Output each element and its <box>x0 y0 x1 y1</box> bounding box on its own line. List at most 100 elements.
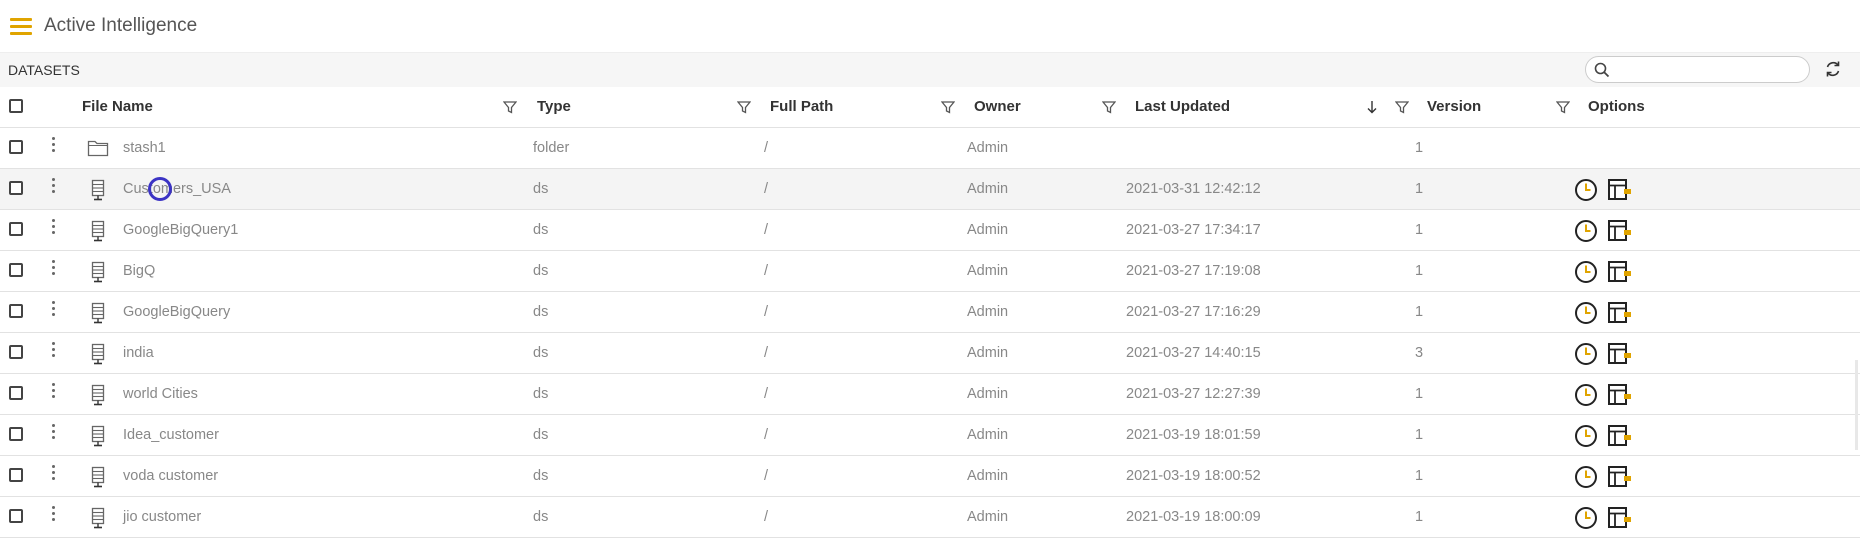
schedule-clock-icon[interactable] <box>1574 506 1598 535</box>
row-checkbox[interactable] <box>9 181 23 195</box>
table-body: stash1 folder / Admin 1 Customers_USA ds / Admin… <box>0 128 1860 538</box>
file-name-link[interactable]: GoogleBigQuery <box>123 292 230 332</box>
table-view-icon[interactable] <box>1607 342 1633 371</box>
menu-icon[interactable] <box>10 14 32 39</box>
schedule-clock-icon[interactable] <box>1574 219 1598 248</box>
more-options-icon[interactable] <box>52 260 56 278</box>
schedule-clock-icon[interactable] <box>1574 424 1598 453</box>
filter-icon[interactable] <box>1395 100 1409 114</box>
dataset-icon <box>87 302 109 329</box>
more-options-icon[interactable] <box>52 219 56 237</box>
filter-icon[interactable] <box>737 100 751 114</box>
file-name-link[interactable]: stash1 <box>123 128 166 168</box>
row-checkbox[interactable] <box>9 263 23 277</box>
schedule-clock-icon[interactable] <box>1574 301 1598 330</box>
row-checkbox[interactable] <box>9 509 23 523</box>
scrollbar[interactable] <box>1855 360 1858 450</box>
table-view-icon[interactable] <box>1607 506 1633 535</box>
schedule-clock-icon[interactable] <box>1574 342 1598 371</box>
path-cell: / <box>764 222 769 238</box>
sort-descending-icon[interactable] <box>1365 100 1379 114</box>
file-name-link[interactable]: india <box>123 333 154 373</box>
more-options-icon[interactable] <box>52 383 56 401</box>
table-view-icon[interactable] <box>1607 178 1633 207</box>
type-cell: ds <box>533 345 549 361</box>
dataset-icon <box>87 384 109 411</box>
more-options-icon[interactable] <box>52 342 56 360</box>
search-icon <box>1594 62 1610 78</box>
owner-cell: Admin <box>967 304 1009 320</box>
row-checkbox[interactable] <box>9 427 23 441</box>
path-cell: / <box>764 345 769 361</box>
version-cell: 3 <box>1415 345 1424 361</box>
row-checkbox[interactable] <box>9 140 23 154</box>
filter-icon[interactable] <box>1556 100 1570 114</box>
table-row[interactable]: india ds / Admin 2021-03-27 14:40:15 3 <box>0 333 1860 374</box>
schedule-clock-icon[interactable] <box>1574 178 1598 207</box>
last-updated-cell: 2021-03-19 18:01:59 <box>1126 427 1261 443</box>
filter-icon[interactable] <box>1102 100 1116 114</box>
folder-icon <box>87 138 109 163</box>
more-options-icon[interactable] <box>52 424 56 442</box>
table-row[interactable]: stash1 folder / Admin 1 <box>0 128 1860 169</box>
dataset-icon <box>87 466 109 493</box>
table-row[interactable]: jio customer ds / Admin 2021-03-19 18:00:09 1 <box>0 497 1860 538</box>
row-checkbox[interactable] <box>9 345 23 359</box>
schedule-clock-icon[interactable] <box>1574 260 1598 289</box>
dataset-icon <box>87 507 109 534</box>
table-view-icon[interactable] <box>1607 260 1633 289</box>
search-box[interactable] <box>1585 56 1810 83</box>
filter-icon[interactable] <box>941 100 955 114</box>
table-header: File Name Type Full Path Owner Last Upda… <box>0 87 1860 128</box>
file-name-link[interactable]: Idea_customer <box>123 415 219 455</box>
search-input[interactable] <box>1616 60 1800 80</box>
table-row[interactable]: BigQ ds / Admin 2021-03-27 17:19:08 1 <box>0 251 1860 292</box>
file-name-link[interactable]: GoogleBigQuery1 <box>123 210 238 250</box>
owner-cell: Admin <box>967 345 1009 361</box>
table-view-icon[interactable] <box>1607 424 1633 453</box>
file-name-link[interactable]: Customers_USA <box>123 169 231 209</box>
column-version[interactable]: Version <box>1427 87 1481 127</box>
column-type[interactable]: Type <box>537 87 571 127</box>
app-title: Active Intelligence <box>44 15 198 36</box>
table-row[interactable]: world Cities ds / Admin 2021-03-27 12:27:39 1 <box>0 374 1860 415</box>
more-options-icon[interactable] <box>52 506 56 524</box>
row-checkbox[interactable] <box>9 222 23 236</box>
more-options-icon[interactable] <box>52 301 56 319</box>
table-view-icon[interactable] <box>1607 465 1633 494</box>
row-checkbox[interactable] <box>9 468 23 482</box>
file-name-link[interactable]: jio customer <box>123 497 201 537</box>
filter-icon[interactable] <box>503 100 517 114</box>
owner-cell: Admin <box>967 222 1009 238</box>
refresh-icon[interactable] <box>1824 60 1842 78</box>
version-cell: 1 <box>1415 509 1424 525</box>
table-view-icon[interactable] <box>1607 219 1633 248</box>
column-file-name[interactable]: File Name <box>82 87 153 127</box>
schedule-clock-icon[interactable] <box>1574 383 1598 412</box>
table-row[interactable]: GoogleBigQuery ds / Admin 2021-03-27 17:16:2… <box>0 292 1860 333</box>
column-owner[interactable]: Owner <box>974 87 1021 127</box>
select-all-checkbox[interactable] <box>9 99 23 113</box>
row-checkbox[interactable] <box>9 304 23 318</box>
path-cell: / <box>764 140 769 156</box>
schedule-clock-icon[interactable] <box>1574 465 1598 494</box>
type-cell: ds <box>533 468 549 484</box>
file-name-link[interactable]: BigQ <box>123 251 155 291</box>
dataset-icon <box>87 425 109 452</box>
column-last-updated[interactable]: Last Updated <box>1135 87 1230 127</box>
more-options-icon[interactable] <box>52 137 56 155</box>
column-full-path[interactable]: Full Path <box>770 87 833 127</box>
table-row[interactable]: Customers_USA ds / Admin 2021-03-31 12:42:12… <box>0 169 1860 210</box>
table-row[interactable]: Idea_customer ds / Admin 2021-03-19 18:01:59… <box>0 415 1860 456</box>
more-options-icon[interactable] <box>52 465 56 483</box>
row-checkbox[interactable] <box>9 386 23 400</box>
table-view-icon[interactable] <box>1607 383 1633 412</box>
table-view-icon[interactable] <box>1607 301 1633 330</box>
dataset-icon <box>87 179 109 206</box>
owner-cell: Admin <box>967 386 1009 402</box>
file-name-link[interactable]: voda customer <box>123 456 218 496</box>
table-row[interactable]: voda customer ds / Admin 2021-03-19 18:00:52… <box>0 456 1860 497</box>
file-name-link[interactable]: world Cities <box>123 374 198 414</box>
table-row[interactable]: GoogleBigQuery1 ds / Admin 2021-03-27 17:34:… <box>0 210 1860 251</box>
more-options-icon[interactable] <box>52 178 56 196</box>
